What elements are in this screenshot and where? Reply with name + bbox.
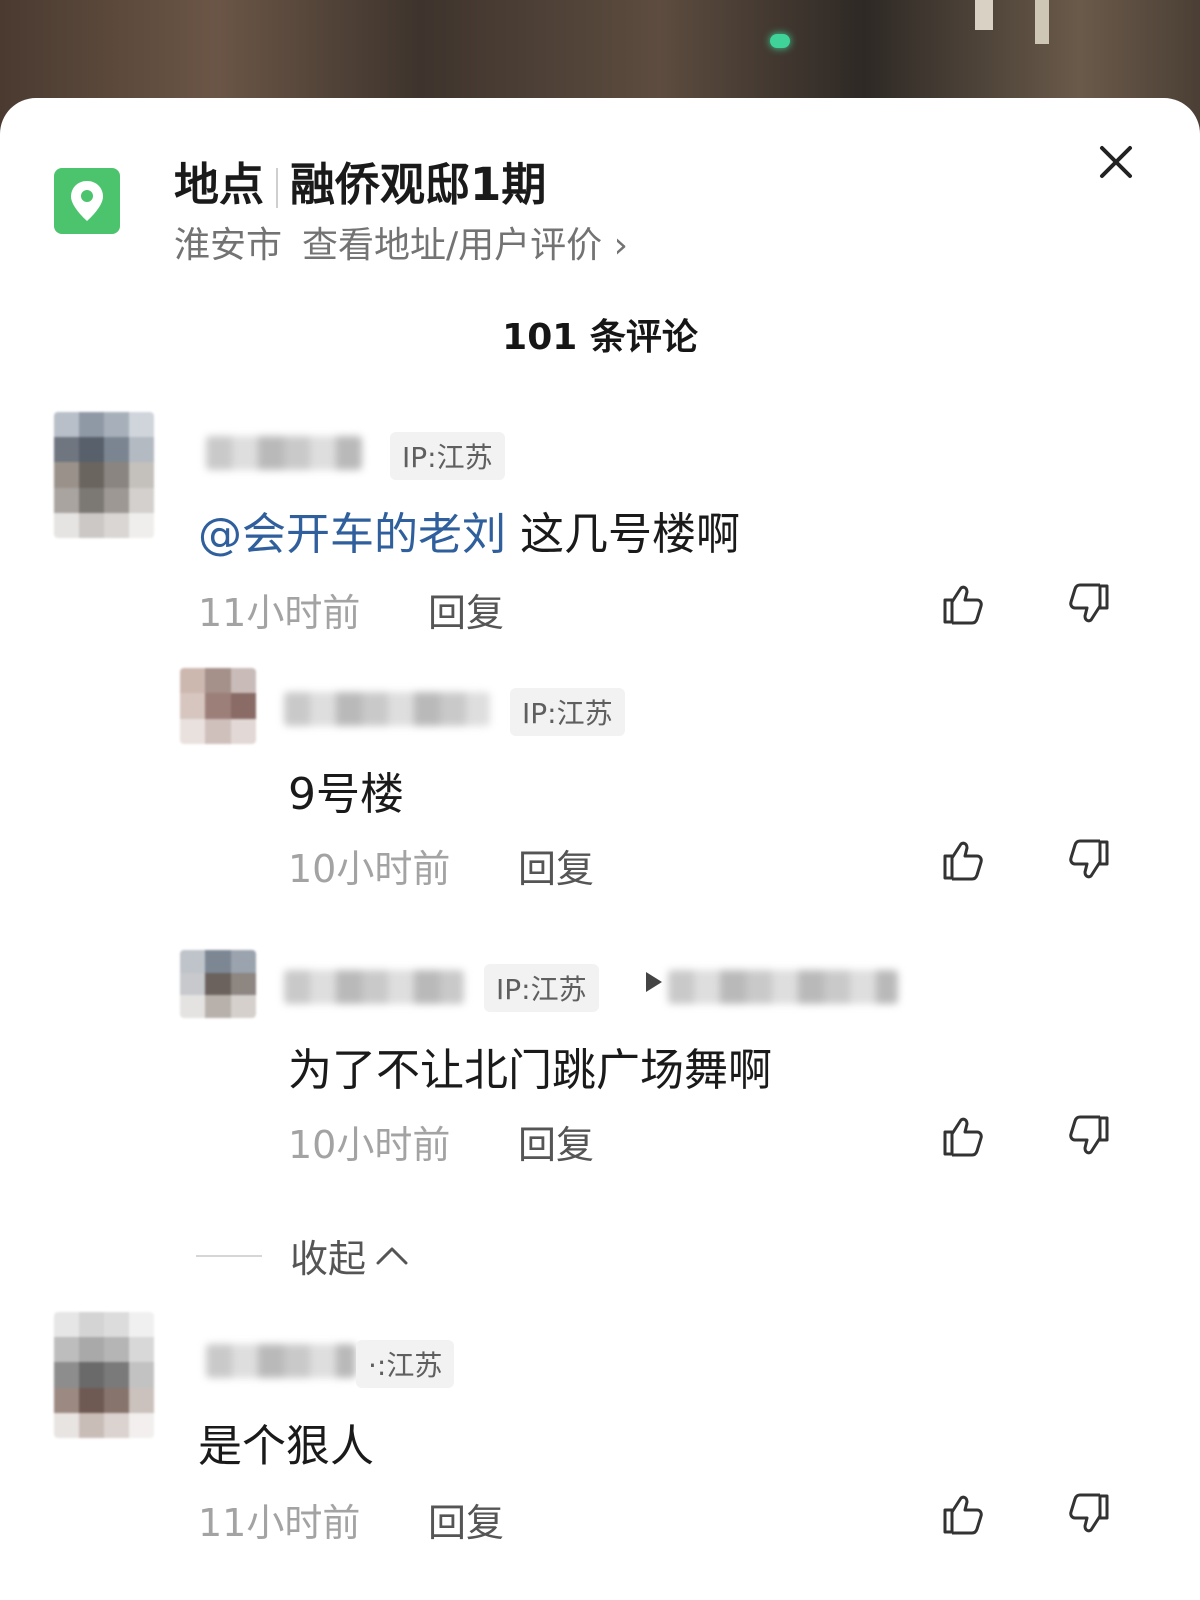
location-link[interactable]: 查看地址/用户评价 › — [302, 225, 628, 266]
username-blurred[interactable] — [206, 1344, 356, 1378]
triangle-right-icon — [646, 972, 662, 992]
ip-badge: ·:江苏 — [356, 1340, 455, 1388]
ip-badge: IP:江苏 — [390, 432, 505, 480]
comment-time: 10小时前 — [288, 847, 451, 891]
reply-button[interactable]: 回复 — [518, 1114, 594, 1169]
location-label: 地点 — [174, 158, 265, 211]
username-blurred[interactable] — [284, 692, 490, 726]
location-subtitle[interactable]: 淮安市 查看地址/用户评价 › — [174, 216, 628, 268]
comment-text: 是个狠人 — [198, 1421, 374, 1472]
comment-time: 11小时前 — [198, 1501, 361, 1545]
location-title[interactable]: 地点 融侨观邸1期 — [174, 148, 546, 213]
thumbs-up-icon[interactable] — [938, 836, 986, 884]
comment-time: 11小时前 — [198, 591, 361, 635]
comment-text: 9号楼 — [288, 769, 404, 820]
comments-count: 101 条评论 — [502, 317, 698, 358]
location-city: 淮安市 — [174, 225, 283, 266]
comments-sheet: 地点 融侨观邸1期 淮安市 查看地址/用户评价 › 101 条评论 IP:江苏 @会… — [0, 98, 1200, 1600]
comment-text: 为了不让北门跳广场舞啊 — [288, 1045, 772, 1096]
comment-time: 10小时前 — [288, 1123, 451, 1167]
thumbs-up-icon[interactable] — [938, 1112, 986, 1160]
reply-to-username-blurred[interactable] — [668, 970, 898, 1004]
reply-button[interactable]: 回复 — [428, 582, 504, 637]
location-name: 融侨观邸1期 — [290, 158, 547, 211]
avatar[interactable] — [180, 668, 256, 744]
title-divider — [276, 168, 279, 208]
close-button[interactable] — [1094, 140, 1138, 184]
reply-button[interactable]: 回复 — [428, 1492, 504, 1547]
thumbs-down-icon[interactable] — [1066, 836, 1114, 884]
avatar[interactable] — [180, 950, 256, 1018]
thumbs-down-icon[interactable] — [1066, 580, 1114, 628]
mention-link[interactable]: @会开车的老刘 — [198, 509, 506, 560]
thumbs-down-icon[interactable] — [1066, 1112, 1114, 1160]
ip-badge: IP:江苏 — [510, 688, 625, 736]
collapse-divider — [196, 1254, 262, 1257]
video-light — [770, 34, 790, 48]
username-blurred[interactable] — [206, 436, 362, 470]
close-icon — [1100, 146, 1132, 178]
location-pin-icon[interactable] — [54, 168, 120, 234]
reply-button[interactable]: 回复 — [518, 838, 594, 893]
avatar[interactable] — [54, 412, 154, 538]
collapse-label: 收起 — [290, 1237, 367, 1281]
collapse-replies-button[interactable]: 收起 — [196, 1228, 412, 1283]
ip-badge: IP:江苏 — [484, 964, 599, 1012]
chevron-up-icon — [376, 1247, 408, 1264]
thumbs-up-icon[interactable] — [938, 1490, 986, 1538]
comment-text: @会开车的老刘 这几号楼啊 — [198, 509, 740, 560]
thumbs-up-icon[interactable] — [938, 580, 986, 628]
video-window — [1035, 0, 1049, 44]
video-window — [975, 0, 993, 30]
username-blurred[interactable] — [284, 970, 464, 1004]
avatar[interactable] — [54, 1312, 154, 1438]
thumbs-down-icon[interactable] — [1066, 1490, 1114, 1538]
